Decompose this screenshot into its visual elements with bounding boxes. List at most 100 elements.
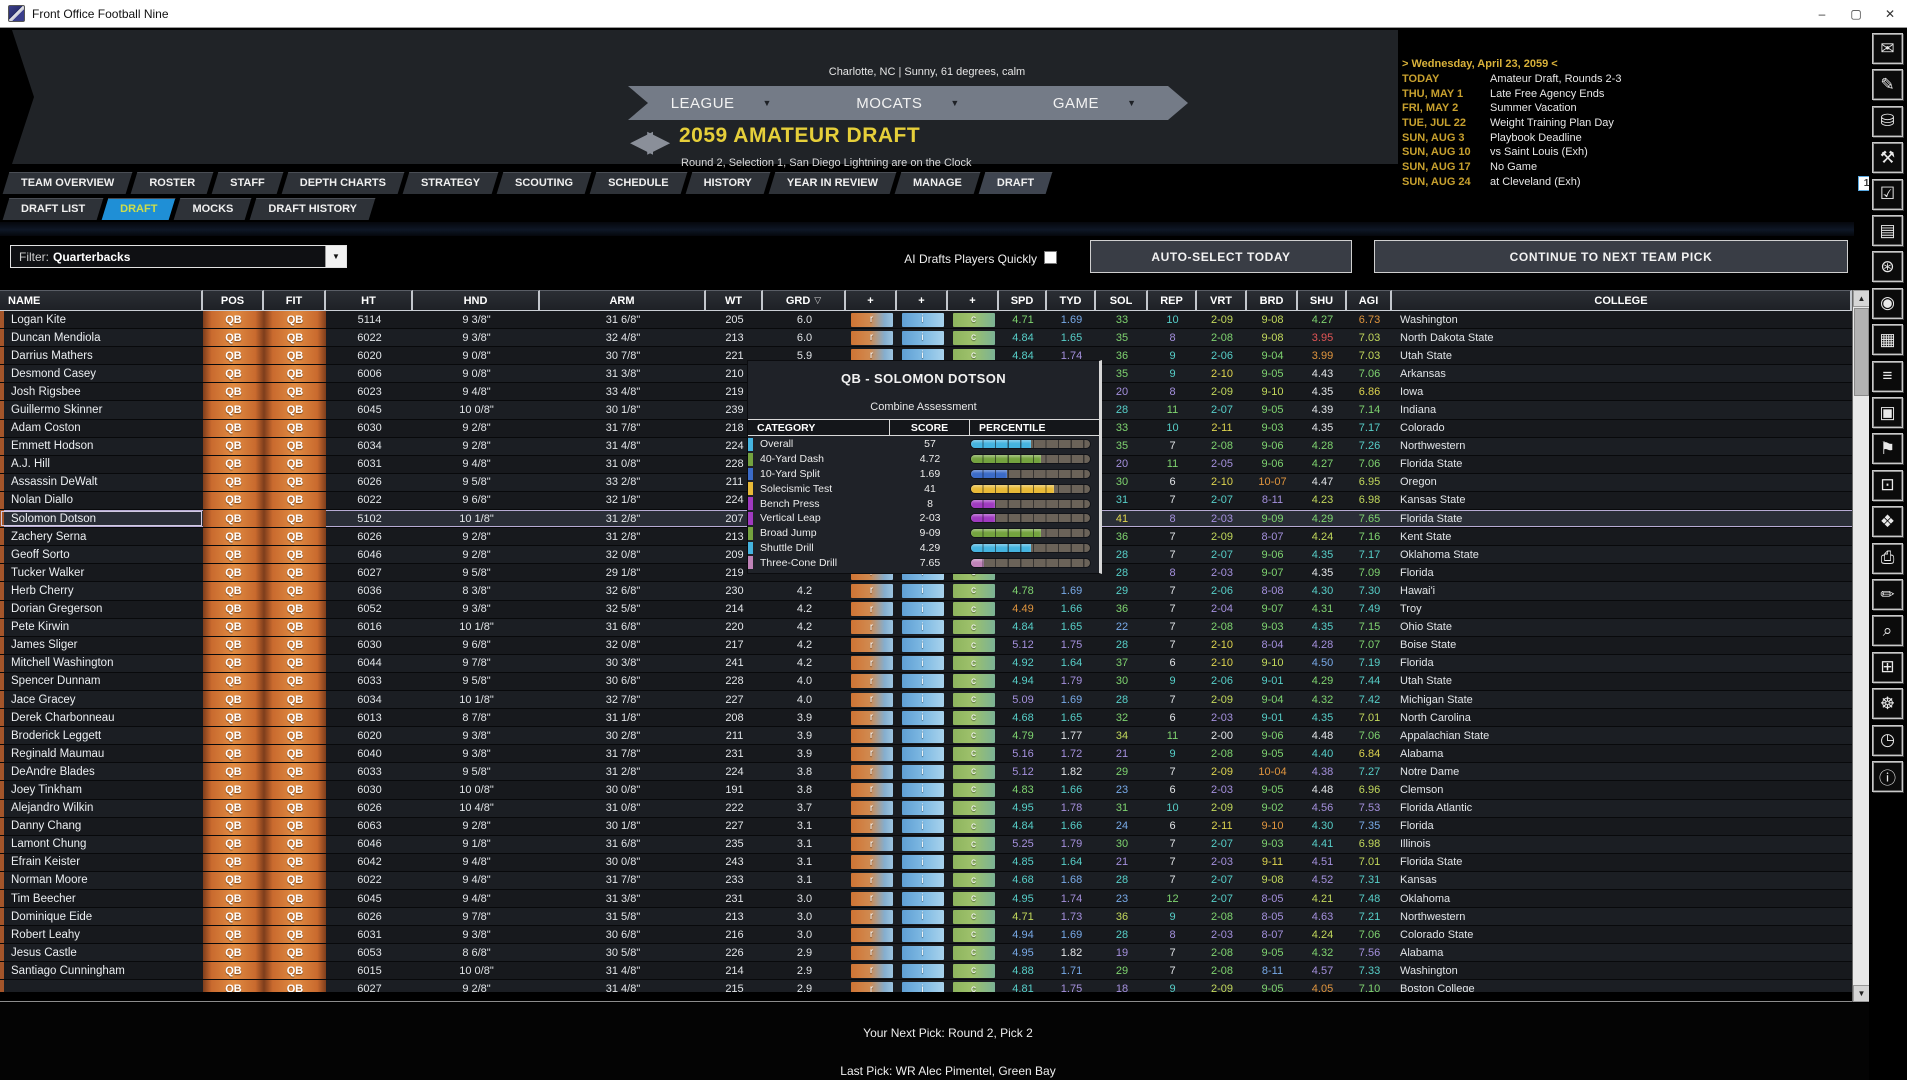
tab-history[interactable]: HISTORY bbox=[689, 172, 767, 194]
column-header-shu[interactable]: SHU bbox=[1298, 290, 1347, 311]
scroll-up-icon[interactable]: ▲ bbox=[1853, 290, 1870, 307]
i-badge[interactable]: i bbox=[902, 584, 944, 598]
tag-icon[interactable]: ❖ bbox=[1872, 506, 1903, 537]
c-badge[interactable]: c bbox=[953, 819, 995, 833]
i-badge[interactable]: i bbox=[902, 656, 944, 670]
column-header-wt[interactable]: WT bbox=[706, 290, 763, 311]
eye-icon[interactable]: ◉ bbox=[1872, 288, 1903, 319]
r-badge[interactable]: r bbox=[851, 747, 893, 761]
table-row[interactable]: Reginald MaumauQBQB60409 3/8"31 7/8"2313… bbox=[0, 745, 1852, 763]
table-row[interactable]: DeAndre BladesQBQB60339 5/8"31 2/8"2243.… bbox=[0, 763, 1852, 781]
r-badge[interactable]: r bbox=[851, 602, 893, 616]
subtab-draft[interactable]: DRAFT bbox=[105, 198, 172, 220]
column-header-vrt[interactable]: VRT bbox=[1197, 290, 1247, 311]
info-icon[interactable]: ⓘ bbox=[1872, 761, 1903, 792]
table-row[interactable]: Norman MooreQBQB60229 4/8"31 7/8"2333.1r… bbox=[0, 872, 1852, 890]
subtab-draft-list[interactable]: DRAFT LIST bbox=[6, 198, 100, 220]
i-badge[interactable]: i bbox=[902, 331, 944, 345]
c-badge[interactable]: c bbox=[953, 873, 995, 887]
tab-manage[interactable]: MANAGE bbox=[898, 172, 977, 194]
c-badge[interactable]: c bbox=[953, 656, 995, 670]
c-badge[interactable]: c bbox=[953, 783, 995, 797]
tab-staff[interactable]: STAFF bbox=[215, 172, 280, 194]
table-row[interactable]: Robert LeahyQBQB60319 3/8"30 6/8"2163.0r… bbox=[0, 926, 1852, 944]
table-row[interactable]: Pete KirwinQBQB601610 1/8"31 6/8"2204.2r… bbox=[0, 619, 1852, 637]
tools-icon[interactable]: ⚒ bbox=[1872, 142, 1903, 173]
table-row[interactable]: Duncan MendiolaQBQB60229 3/8"32 4/8"2136… bbox=[0, 329, 1852, 347]
checklist-icon[interactable]: ☑ bbox=[1872, 179, 1903, 210]
column-header-brd[interactable]: BRD bbox=[1247, 290, 1298, 311]
i-badge[interactable]: i bbox=[902, 964, 944, 978]
column-header-b3[interactable]: + bbox=[948, 290, 999, 311]
scrollbar-thumb[interactable] bbox=[1854, 308, 1869, 396]
i-badge[interactable]: i bbox=[902, 855, 944, 869]
minimize-button[interactable]: – bbox=[1805, 0, 1839, 27]
i-badge[interactable]: i bbox=[902, 674, 944, 688]
i-badge[interactable]: i bbox=[902, 765, 944, 779]
table-row[interactable]: Spencer DunnamQBQB60339 5/8"30 6/8"2284.… bbox=[0, 673, 1852, 691]
column-header-arm[interactable]: ARM bbox=[540, 290, 706, 311]
c-badge[interactable]: c bbox=[953, 602, 995, 616]
table-row[interactable]: Joey TinkhamQBQB603010 0/8"30 0/8"1913.8… bbox=[0, 781, 1852, 799]
table-row[interactable]: Dorian GregersonQBQB60529 3/8"32 5/8"214… bbox=[0, 601, 1852, 619]
column-header-tyd[interactable]: TYD bbox=[1047, 290, 1096, 311]
wheel-icon[interactable]: ☸ bbox=[1872, 688, 1903, 719]
c-badge[interactable]: c bbox=[953, 584, 995, 598]
i-badge[interactable]: i bbox=[902, 873, 944, 887]
r-badge[interactable]: r bbox=[851, 855, 893, 869]
table-row[interactable]: Logan KiteQBQB51149 3/8"31 6/8"2056.0ric… bbox=[0, 311, 1852, 329]
tab-draft[interactable]: DRAFT bbox=[982, 172, 1049, 194]
r-badge[interactable]: r bbox=[851, 946, 893, 960]
table-row[interactable]: Santiago CunninghamQBQB601510 0/8"31 4/8… bbox=[0, 962, 1852, 980]
column-header-ht[interactable]: HT bbox=[326, 290, 413, 311]
r-badge[interactable]: r bbox=[851, 910, 893, 924]
flag-icon[interactable]: ⚑ bbox=[1872, 433, 1903, 464]
r-badge[interactable]: r bbox=[851, 964, 893, 978]
table-row[interactable]: Mitchell WashingtonQBQB60449 7/8"30 3/8"… bbox=[0, 655, 1852, 673]
i-badge[interactable]: i bbox=[902, 819, 944, 833]
medal-icon[interactable]: ⊛ bbox=[1872, 251, 1903, 282]
tab-strategy[interactable]: STRATEGY bbox=[406, 172, 495, 194]
c-badge[interactable]: c bbox=[953, 747, 995, 761]
tab-year-in-review[interactable]: YEAR IN REVIEW bbox=[772, 172, 893, 194]
i-badge[interactable]: i bbox=[902, 602, 944, 616]
i-badge[interactable]: i bbox=[902, 313, 944, 327]
c-badge[interactable]: c bbox=[953, 837, 995, 851]
i-badge[interactable]: i bbox=[902, 729, 944, 743]
i-badge[interactable]: i bbox=[902, 711, 944, 725]
playbook-icon[interactable]: ▤ bbox=[1872, 215, 1903, 246]
tab-depth-charts[interactable]: DEPTH CHARTS bbox=[285, 172, 401, 194]
column-header-pos[interactable]: POS bbox=[203, 290, 264, 311]
print-icon[interactable]: ⎙ bbox=[1872, 543, 1903, 574]
maximize-button[interactable]: ▢ bbox=[1839, 0, 1873, 27]
r-badge[interactable]: r bbox=[851, 928, 893, 942]
i-badge[interactable]: i bbox=[902, 837, 944, 851]
c-badge[interactable]: c bbox=[953, 711, 995, 725]
continue-next-pick-button[interactable]: CONTINUE TO NEXT TEAM PICK bbox=[1374, 240, 1848, 273]
compose-icon[interactable]: ✎ bbox=[1872, 69, 1903, 100]
r-badge[interactable]: r bbox=[851, 982, 893, 992]
scroll-down-icon[interactable]: ▼ bbox=[1853, 985, 1870, 1002]
tab-team-overview[interactable]: TEAM OVERVIEW bbox=[6, 172, 129, 194]
column-header-grd[interactable]: GRD▽ bbox=[763, 290, 846, 311]
list-icon[interactable]: ≡ bbox=[1872, 361, 1903, 392]
draft-nav-arrows[interactable]: ◀▶ bbox=[630, 124, 664, 159]
column-header-spd[interactable]: SPD bbox=[999, 290, 1047, 311]
c-badge[interactable]: c bbox=[953, 331, 995, 345]
r-badge[interactable]: r bbox=[851, 584, 893, 598]
search-icon[interactable]: ⌕ bbox=[1872, 615, 1903, 646]
r-badge[interactable]: r bbox=[851, 765, 893, 779]
r-badge[interactable]: r bbox=[851, 711, 893, 725]
menu-league[interactable]: LEAGUE▼ bbox=[628, 86, 815, 120]
save-icon[interactable]: ⛁ bbox=[1872, 106, 1903, 137]
r-badge[interactable]: r bbox=[851, 638, 893, 652]
tab-roster[interactable]: ROSTER bbox=[134, 172, 210, 194]
i-badge[interactable]: i bbox=[902, 693, 944, 707]
c-badge[interactable]: c bbox=[953, 964, 995, 978]
column-header-rep[interactable]: REP bbox=[1148, 290, 1197, 311]
c-badge[interactable]: c bbox=[953, 910, 995, 924]
c-badge[interactable]: c bbox=[953, 620, 995, 634]
mail-icon[interactable]: ✉ bbox=[1872, 33, 1903, 64]
table-row[interactable]: Jace GraceyQBQB603410 1/8"32 7/8"2274.0r… bbox=[0, 691, 1852, 709]
r-badge[interactable]: r bbox=[851, 313, 893, 327]
